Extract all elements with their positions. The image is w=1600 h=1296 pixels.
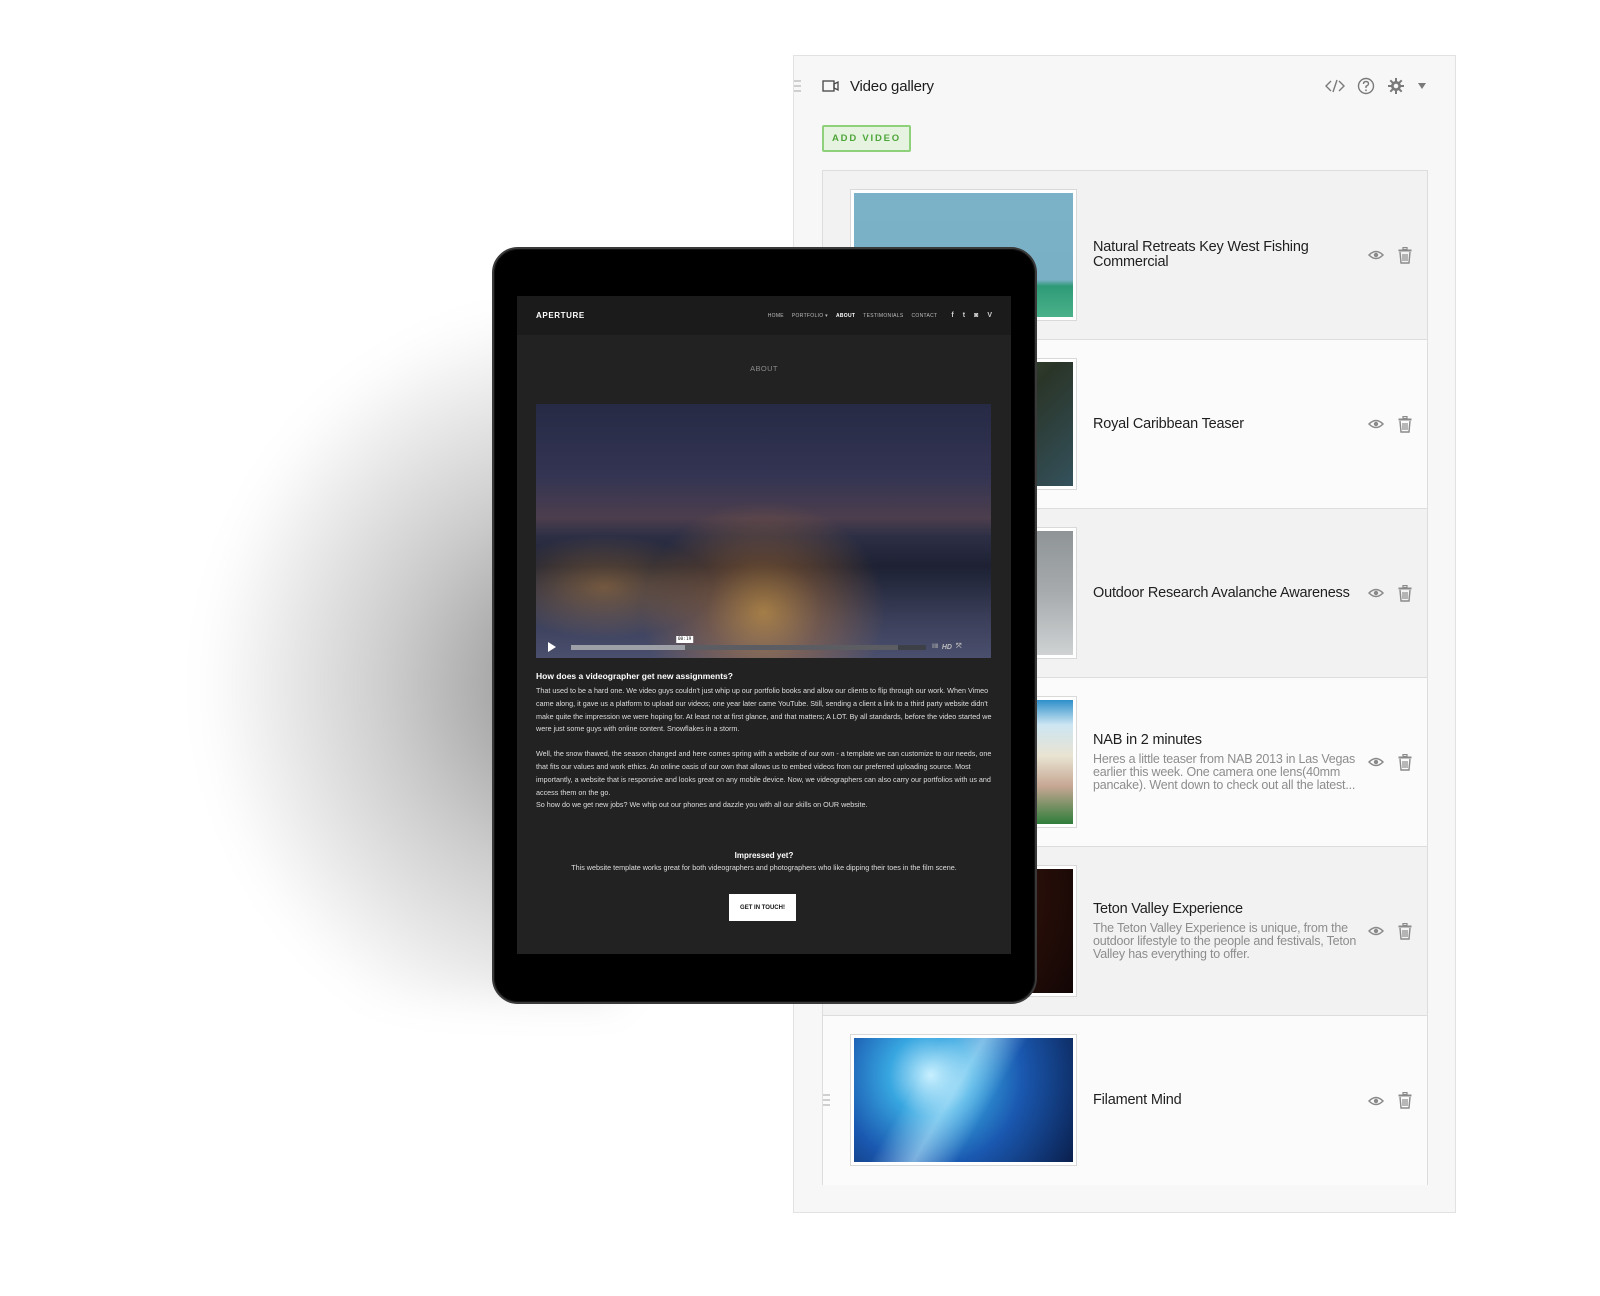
nav-testimonials[interactable]: TESTIMONIALS [863, 313, 903, 319]
volume-icon[interactable]: IIIII [932, 644, 938, 650]
video-info: NAB in 2 minutes Heres a little teaser f… [1093, 731, 1361, 792]
facebook-icon[interactable]: f [951, 312, 953, 319]
article-paragraph: Well, the snow thawed, the season change… [536, 748, 992, 812]
article-paragraph-text: Well, the snow thawed, the season change… [536, 749, 992, 797]
video-title: Outdoor Research Avalanche Awareness [1093, 584, 1350, 601]
video-player[interactable]: 00:19 IIIII HD ⤧ [536, 404, 991, 658]
caret-down-icon[interactable] [1417, 81, 1427, 91]
social-links: f t ◙ V [951, 312, 992, 319]
video-list-item[interactable]: Filament Mind [823, 1016, 1427, 1185]
eye-icon[interactable] [1368, 418, 1384, 430]
video-progress-bar[interactable]: 00:19 [571, 635, 926, 650]
article: How does a videographer get new assignme… [536, 671, 992, 812]
fullscreen-icon[interactable]: ⤧ [956, 643, 962, 651]
eye-icon[interactable] [1368, 925, 1384, 937]
instagram-icon[interactable]: ◙ [974, 312, 978, 319]
impressed-section: Impressed yet? This website template wor… [517, 851, 1011, 872]
video-title: Natural Retreats Key West Fishing Commer… [1093, 239, 1309, 270]
trash-icon[interactable] [1398, 584, 1412, 602]
panel-title: Video gallery [850, 77, 934, 95]
article-heading: How does a videographer get new assignme… [536, 671, 733, 681]
video-info: Filament Mind [1093, 1093, 1361, 1108]
video-description: Heres a little teaser from NAB 2013 in L… [1093, 751, 1356, 792]
video-title: Filament Mind [1093, 1092, 1182, 1108]
vimeo-icon[interactable]: V [987, 312, 992, 319]
video-title: Royal Caribbean Teaser [1093, 415, 1244, 432]
eye-icon[interactable] [1368, 1095, 1384, 1107]
hd-toggle[interactable]: HD [942, 644, 952, 651]
current-time: 00:19 [675, 635, 694, 643]
tablet-device: APERTURE HOME PORTFOLIO ▾ ABOUT TESTIMON… [492, 247, 1037, 1004]
add-video-button[interactable]: ADD VIDEO [822, 125, 911, 152]
nav-about[interactable]: ABOUT [836, 313, 855, 319]
eye-icon[interactable] [1368, 249, 1384, 261]
nav-home[interactable]: HOME [768, 313, 784, 319]
site-navbar: APERTURE HOME PORTFOLIO ▾ ABOUT TESTIMON… [517, 296, 1011, 335]
video-controls: 00:19 IIIII HD ⤧ [536, 635, 991, 658]
page-title: ABOUT [750, 364, 778, 373]
trash-icon[interactable] [1398, 922, 1412, 940]
video-actions [1368, 922, 1412, 940]
code-icon[interactable] [1325, 79, 1345, 93]
trash-icon[interactable] [1398, 753, 1412, 771]
play-icon[interactable] [548, 642, 556, 652]
site-logo[interactable]: APERTURE [536, 311, 585, 320]
video-title: Teton Valley Experience [1093, 900, 1243, 917]
panel-drag-handle[interactable] [794, 80, 802, 95]
panel-header: Video gallery [822, 74, 1427, 98]
video-info: Teton Valley Experience The Teton Valley… [1093, 900, 1361, 961]
impressed-text: This website template works great for bo… [571, 863, 957, 872]
video-info: Royal Caribbean Teaser [1093, 415, 1361, 432]
video-actions [1368, 753, 1412, 771]
drag-handle-icon[interactable] [823, 1094, 831, 1109]
twitter-icon[interactable]: t [963, 312, 965, 319]
nav-portfolio[interactable]: PORTFOLIO ▾ [792, 313, 828, 319]
help-icon[interactable] [1357, 77, 1375, 95]
progress-played [571, 644, 685, 650]
video-title: NAB in 2 minutes [1093, 731, 1202, 748]
video-info: Outdoor Research Avalanche Awareness [1093, 584, 1361, 601]
trash-icon[interactable] [1398, 415, 1412, 433]
impressed-heading: Impressed yet? [734, 851, 794, 860]
tablet-screen: APERTURE HOME PORTFOLIO ▾ ABOUT TESTIMON… [517, 296, 1011, 954]
video-thumbnail[interactable] [850, 1034, 1077, 1166]
site-nav-links: HOME PORTFOLIO ▾ ABOUT TESTIMONIALS CONT… [768, 312, 992, 319]
eye-icon[interactable] [1368, 587, 1384, 599]
video-actions [1368, 584, 1412, 602]
gear-icon[interactable] [1387, 77, 1405, 95]
video-description: The Teton Valley Experience is unique, f… [1093, 920, 1357, 961]
nav-contact[interactable]: CONTACT [912, 313, 938, 319]
eye-icon[interactable] [1368, 756, 1384, 768]
article-paragraph-text: So how do we get new jobs? We whip out o… [536, 800, 868, 810]
get-in-touch-button[interactable]: GET IN TOUCH! [729, 894, 796, 921]
trash-icon[interactable] [1398, 246, 1412, 264]
video-actions [1368, 246, 1412, 264]
video-actions [1368, 1092, 1412, 1109]
article-paragraph: That used to be a hard one. We video guy… [536, 686, 992, 734]
trash-icon[interactable] [1398, 1092, 1412, 1109]
video-actions [1368, 415, 1412, 433]
video-info: Natural Retreats Key West Fishing Commer… [1093, 240, 1361, 270]
panel-tools [1325, 77, 1427, 95]
video-camera-icon [822, 80, 839, 92]
